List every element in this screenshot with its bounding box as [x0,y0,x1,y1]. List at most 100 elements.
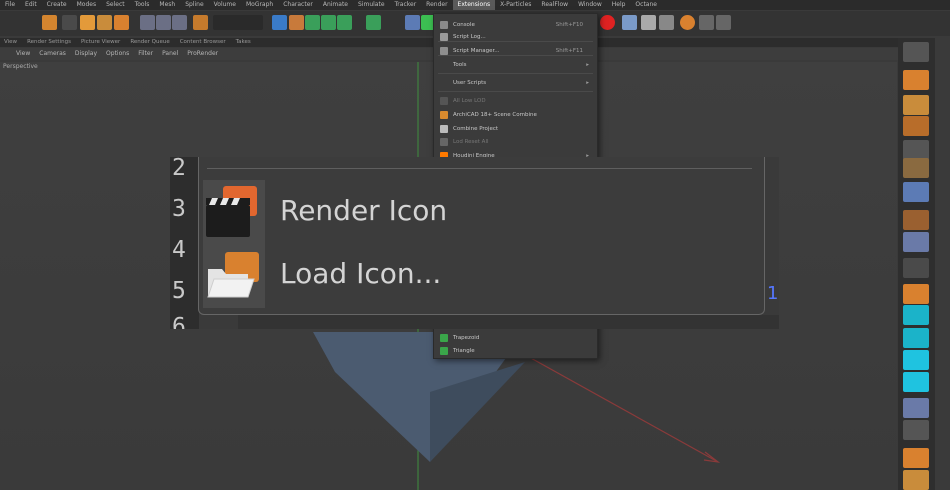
array-icon[interactable] [321,15,336,30]
panel-tab[interactable]: Picture Viewer [81,38,120,47]
panel-tab[interactable]: Render Queue [130,38,169,47]
render-buttons-icon[interactable] [213,15,263,30]
workplane-icon[interactable] [903,258,929,278]
menu-item[interactable]: Volume [209,0,241,10]
dropdown-item[interactable]: Script Log... [434,31,597,43]
dropdown-item[interactable]: User Scripts ▸ [434,77,597,89]
menu-item[interactable]: Animate [318,0,353,10]
interactive-render-icon[interactable] [659,15,674,30]
dropdown-item[interactable]: Triangle [434,345,597,357]
menu-item[interactable]: Mesh [154,0,180,10]
palette-icon-1[interactable] [903,42,929,62]
menu-item[interactable]: Create [42,0,72,10]
joint-icon[interactable] [903,470,929,490]
viewport-menu-item[interactable]: Cameras [39,48,66,60]
paint-icon[interactable] [903,284,929,304]
redo-icon[interactable] [62,15,77,30]
viewport-menu-item[interactable]: Options [106,48,129,60]
model-mode-icon[interactable] [903,158,929,178]
x-axis-arrow [703,451,721,463]
y-axis-icon[interactable] [156,15,171,30]
world-coord-icon[interactable] [193,15,208,30]
brush-icon[interactable] [903,328,929,348]
render-icon-label[interactable]: Render Icon [280,194,447,227]
z-axis-icon[interactable] [172,15,187,30]
axis-mode-icon[interactable] [903,210,929,230]
sky-icon[interactable] [716,15,731,30]
polygons-mode-icon[interactable] [903,140,929,160]
menu-item[interactable]: Character [278,0,318,10]
dropdown-item[interactable]: Lod Reset All [434,136,597,148]
menu-item[interactable]: Window [573,0,607,10]
line-number: 5 [172,278,186,304]
panel-tab[interactable]: View [4,38,17,47]
menu-item[interactable]: Modes [72,0,101,10]
dropdown-item[interactable]: Combine Project [434,123,597,135]
viewport-menu-item[interactable]: View [16,48,30,60]
viewport-menu-item[interactable]: Panel [162,48,178,60]
viewport-menu-item[interactable]: Filter [138,48,153,60]
scale-tool-icon[interactable] [97,15,112,30]
menu-item[interactable]: Extensions [452,0,496,10]
menu-item-icon [440,347,448,355]
menu-item[interactable]: Simulate [353,0,390,10]
menu-item[interactable]: Select [101,0,130,10]
smooth-icon[interactable] [903,372,929,392]
hair-icon[interactable] [903,420,929,440]
dropdown-item[interactable]: Console Shift+F10 [434,19,597,31]
panel-tab[interactable]: Takes [236,38,251,47]
points-mode-icon[interactable] [903,95,929,115]
x-axis-icon[interactable] [140,15,155,30]
viewport-menu-item[interactable]: ProRender [187,48,218,60]
light-icon[interactable] [699,15,714,30]
cube-icon[interactable] [903,70,929,90]
subdivision-icon[interactable] [305,15,320,30]
viewport-menu-item[interactable]: Display [75,48,97,60]
dropdown-item-label: Trapezoid [453,335,480,341]
render-settings-icon[interactable] [641,15,656,30]
rotate-tool-icon[interactable] [114,15,129,30]
menu-item[interactable]: X-Particles [495,0,536,10]
panel-tab[interactable]: Render Settings [27,38,71,47]
menu-item[interactable]: Spline [180,0,208,10]
sculpt-icon[interactable] [903,305,929,325]
menu-item[interactable]: Octane [630,0,662,10]
text-tool-icon[interactable] [366,15,381,30]
character-icon[interactable] [903,448,929,468]
object-mode-icon[interactable] [903,182,929,202]
cube-object-icon[interactable] [272,15,287,30]
clapperboard-icon [206,186,257,237]
menu-item[interactable]: Help [607,0,631,10]
menu-item[interactable]: Edit [20,0,42,10]
dropdown-item-label: Console [453,22,475,28]
dropdown-item[interactable]: All Low LOD [434,95,597,107]
undo-icon[interactable] [42,15,57,30]
move-tool-icon[interactable] [80,15,95,30]
menu-item[interactable]: File [0,0,20,10]
record-icon[interactable] [600,15,615,30]
dropdown-item[interactable]: ArchiCAD 18+ Scene Combine [434,109,597,121]
dropdown-item[interactable]: Script Manager... Shift+F11 [434,45,597,57]
deformer-icon[interactable] [337,15,352,30]
load-icon-menu-item-icon-area[interactable] [203,247,265,305]
panel-tab[interactable]: Content Browser [180,38,226,47]
dropdown-item[interactable]: Trapezoid [434,332,597,344]
gear-icon[interactable] [680,15,695,30]
snap-icon[interactable] [903,232,929,252]
menu-item[interactable]: Render [421,0,452,10]
menu-item[interactable]: Tools [130,0,155,10]
camera-icon[interactable] [405,15,420,30]
picture-viewer-icon[interactable] [622,15,637,30]
shortcut-label: Shift+F10 [555,22,583,28]
grab-icon[interactable] [903,350,929,370]
layer-icon[interactable] [903,398,929,418]
dropdown-item-label: Tools [453,62,467,68]
menu-item[interactable]: MoGraph [241,0,278,10]
menu-item[interactable]: Tracker [390,0,422,10]
dropdown-item[interactable]: Tools ▸ [434,59,597,71]
render-icon-menu-item-icon-area[interactable] [203,183,265,243]
load-icon-label[interactable]: Load Icon... [280,257,441,290]
menu-item[interactable]: RealFlow [536,0,573,10]
pen-spline-icon[interactable] [289,15,304,30]
edges-mode-icon[interactable] [903,116,929,136]
